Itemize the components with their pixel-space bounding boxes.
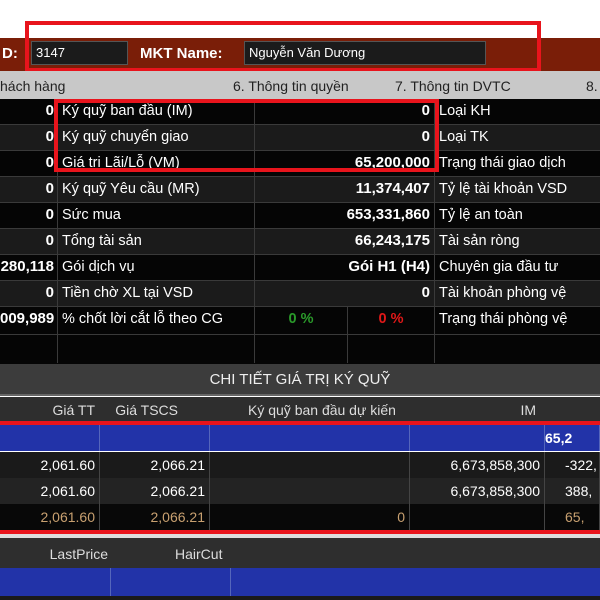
- bottom-summary-row[interactable]: [0, 568, 600, 596]
- tab-customer[interactable]: hách hàng: [0, 78, 65, 94]
- cell: 2,061.60: [0, 452, 100, 478]
- info-right-label: Tỷ lệ tài khoản VSD: [439, 181, 568, 197]
- tab-rights[interactable]: 6. Thông tin quyền: [233, 78, 349, 94]
- bottom-table-header: LastPrice HairCut: [0, 538, 600, 568]
- cell: 2,066.21: [100, 452, 210, 478]
- cell: [210, 425, 410, 451]
- info-left-value: 0: [0, 125, 58, 150]
- cell: [100, 425, 210, 451]
- info-row: 0 Sức mua 653,331,860 Tỷ lệ an toàn: [0, 203, 600, 229]
- cell: 65,: [545, 504, 600, 530]
- tab-8[interactable]: 8.: [586, 78, 598, 94]
- col-kq-du-kien[interactable]: Ký quỹ ban đầu dự kiến: [248, 402, 396, 418]
- cg-label: % chốt lời cắt lỗ theo CG: [58, 307, 255, 334]
- profit-percent: 0 %: [255, 307, 348, 334]
- col-lastprice[interactable]: LastPrice: [50, 546, 108, 562]
- info-left-value: 280,118: [0, 255, 58, 280]
- cell: [210, 452, 410, 478]
- info-right-label: Chuyên gia đầu tư: [439, 259, 559, 275]
- col-haircut[interactable]: HairCut: [175, 546, 222, 562]
- section-title: CHI TIẾT GIÁ TRỊ KÝ QUỸ: [0, 364, 600, 396]
- cg-row: 009,989 % chốt lời cắt lỗ theo CG 0 % 0 …: [0, 307, 600, 335]
- cell: [0, 425, 100, 451]
- info-label: Sức mua: [58, 203, 255, 228]
- info-right-label: Trạng thái giao dịch: [439, 155, 566, 171]
- info-left-value: 0: [0, 203, 58, 228]
- empty-row: [0, 335, 600, 363]
- info-row: 280,118 Gói dịch vụ Gói H1 (H4) Chuyên gia …: [0, 255, 600, 281]
- info-right-label: Tài khoản phòng vệ: [439, 285, 567, 301]
- margin-table-header: Giá TT Giá TSCS Ký quỹ ban đầu dự kiến I…: [0, 397, 600, 424]
- info-right-label: Tài sản ròng: [439, 233, 520, 249]
- cell: [410, 425, 545, 451]
- info-value: Gói H1 (H4): [255, 255, 435, 280]
- cell: 2,066.21: [100, 504, 210, 530]
- info-label: Gói dịch vụ: [58, 255, 255, 280]
- info-row: 0 Tổng tài sản 66,243,175 Tài sản ròng: [0, 229, 600, 255]
- info-right-label: Tỷ lệ an toàn: [439, 207, 523, 223]
- margin-row[interactable]: 2,061.60 2,066.21 6,673,858,300 -322,: [0, 452, 600, 478]
- margin-row[interactable]: 2,061.60 2,066.21 6,673,858,300 388,: [0, 478, 600, 504]
- info-right-label: Loại TK: [439, 129, 489, 145]
- tab-bar: hách hàng 6. Thông tin quyền 7. Thông ti…: [0, 71, 600, 99]
- footer-strip: [0, 596, 600, 600]
- info-left-value: 0: [0, 281, 58, 306]
- info-right-label: Loại KH: [439, 103, 491, 119]
- cg-right-label: Trạng thái phòng vệ: [439, 311, 568, 327]
- info-label: Ký quỹ Yêu cầu (MR): [58, 177, 255, 202]
- cell: 6,673,858,300: [410, 478, 545, 504]
- col-im[interactable]: IM: [520, 402, 536, 418]
- cell: 0: [210, 504, 410, 530]
- info-label: Tổng tài sản: [58, 229, 255, 254]
- cell: -322,: [545, 452, 600, 478]
- info-left-value: 0: [0, 99, 58, 124]
- summary-row[interactable]: 65,2: [0, 425, 600, 451]
- cell: [410, 504, 545, 530]
- cell: [210, 478, 410, 504]
- info-value: 11,374,407: [255, 177, 435, 202]
- loss-percent: 0 %: [348, 307, 435, 334]
- highlight-box-margin: [54, 99, 439, 172]
- cell: 2,061.60: [0, 504, 100, 530]
- info-value: 653,331,860: [255, 203, 435, 228]
- info-row: 0 Tiền chờ XL tại VSD 0 Tài khoản phòng vệ: [0, 281, 600, 307]
- info-label: Tiền chờ XL tại VSD: [58, 281, 255, 306]
- info-left-value: 0: [0, 177, 58, 202]
- cell: 388,: [545, 478, 600, 504]
- info-value: 0: [255, 281, 435, 306]
- cell: 2,066.21: [100, 478, 210, 504]
- cell: 65,2: [545, 425, 600, 451]
- tab-dvtc[interactable]: 7. Thông tin DVTC: [395, 78, 511, 94]
- id-label: D:: [2, 45, 18, 62]
- highlight-box-header: [25, 21, 541, 72]
- cg-left-value: 009,989: [0, 307, 58, 334]
- cell: 2,061.60: [0, 478, 100, 504]
- info-left-value: 0: [0, 229, 58, 254]
- margin-row[interactable]: 2,061.60 2,066.21 0 65,: [0, 504, 600, 530]
- col-gia-tscs[interactable]: Giá TSCS: [115, 402, 178, 418]
- cell: 6,673,858,300: [410, 452, 545, 478]
- col-gia-tt[interactable]: Giá TT: [52, 402, 95, 418]
- info-value: 66,243,175: [255, 229, 435, 254]
- info-left-value: 0: [0, 151, 58, 176]
- info-row: 0 Ký quỹ Yêu cầu (MR) 11,374,407 Tỷ lệ tài …: [0, 177, 600, 203]
